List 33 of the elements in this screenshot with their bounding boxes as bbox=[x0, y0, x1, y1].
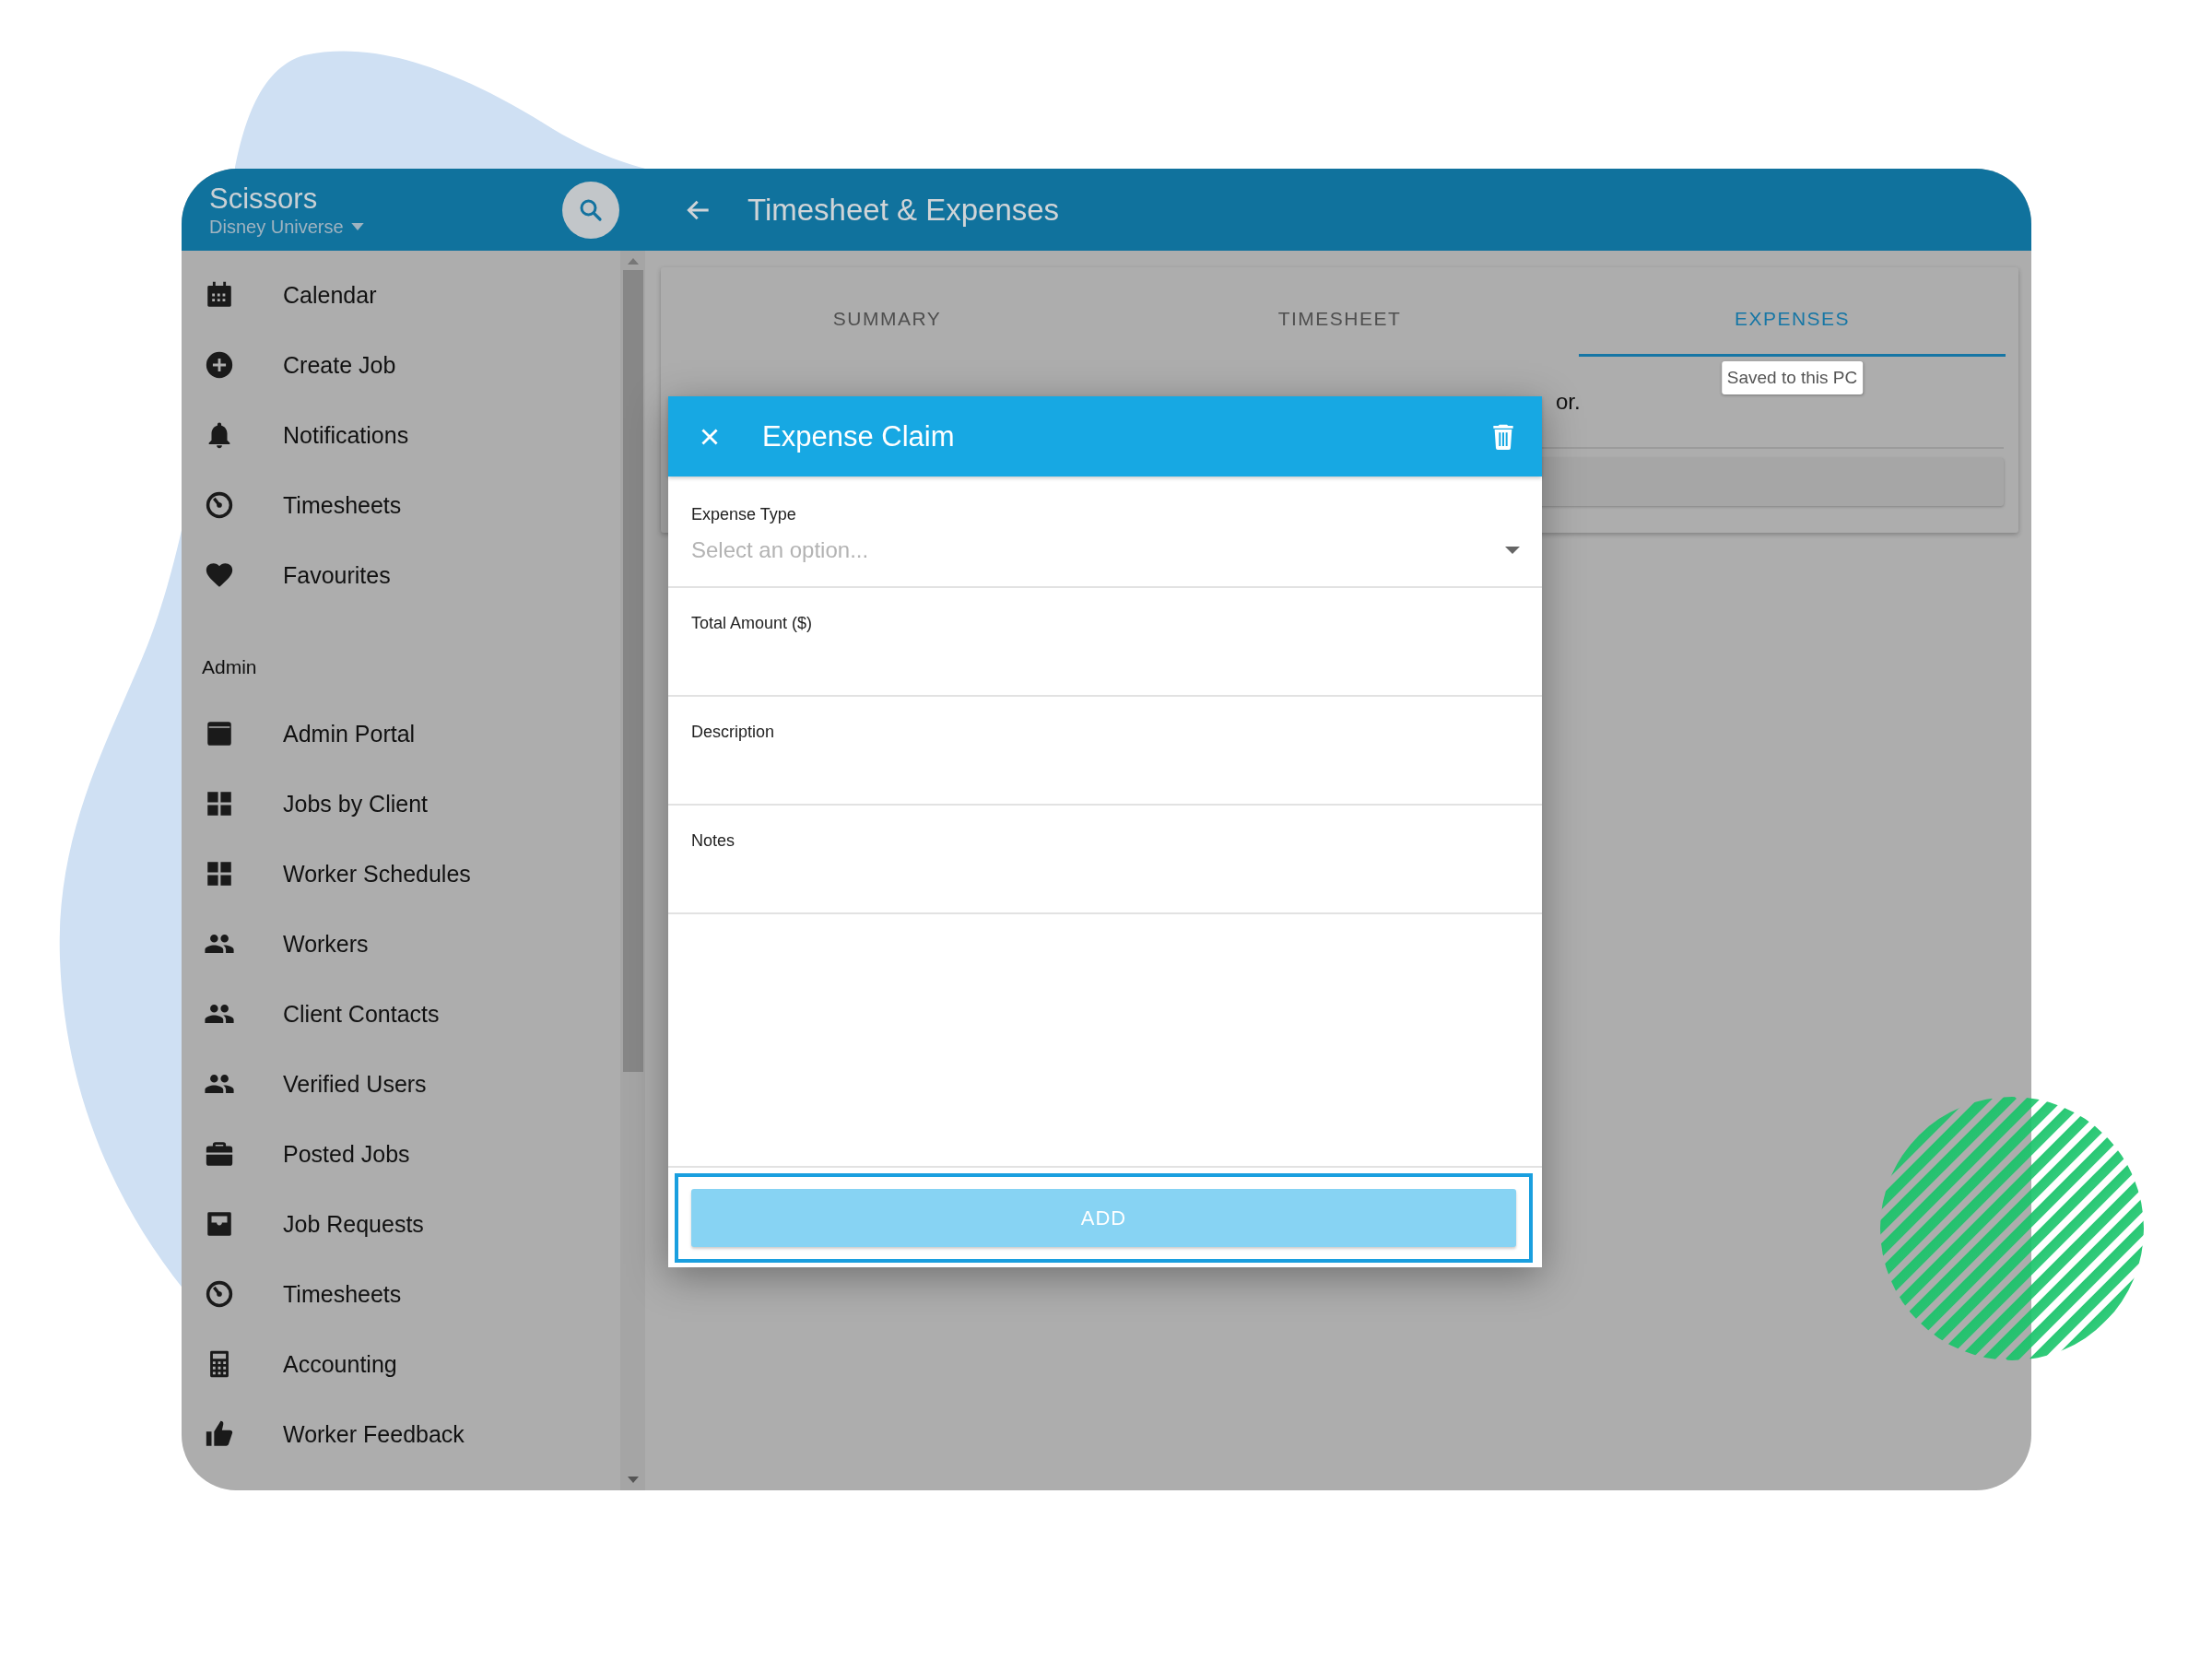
page-title: Timesheet & Expenses bbox=[747, 192, 1060, 228]
section-label: Admin bbox=[201, 655, 258, 679]
sidebar-item[interactable]: Calendar bbox=[182, 260, 620, 330]
dropdown-caret-icon bbox=[1505, 547, 1520, 554]
sidebar-item[interactable]: Favourites bbox=[182, 540, 620, 610]
sidebar-item[interactable]: Workers bbox=[182, 909, 620, 979]
sidebar-item[interactable]: Client Contacts bbox=[182, 979, 620, 1049]
tooltip: Saved to this PC bbox=[1721, 361, 1864, 394]
sidebar-item[interactable]: Create Job bbox=[182, 330, 620, 400]
sidebar-item[interactable]: Timesheets bbox=[182, 1259, 620, 1329]
input-field[interactable]: Notes bbox=[668, 806, 1542, 914]
scrollbar[interactable] bbox=[620, 251, 645, 1490]
sidebar-item[interactable]: Timesheets bbox=[182, 470, 620, 540]
tab[interactable]: SUMMARY bbox=[674, 267, 1100, 357]
tab[interactable]: TIMESHEET bbox=[1126, 267, 1553, 357]
input-field[interactable]: Total Amount ($) bbox=[668, 588, 1542, 697]
timer-icon bbox=[204, 489, 235, 521]
input-field[interactable]: Description bbox=[668, 697, 1542, 806]
select-field[interactable]: Expense Type Select an option... bbox=[668, 479, 1542, 588]
sidebar-item[interactable]: Worker Feedback bbox=[182, 1399, 620, 1469]
sidebar-item[interactable]: Posted Jobs bbox=[182, 1119, 620, 1189]
sidebar-item[interactable]: Notifications bbox=[182, 400, 620, 470]
sidebar-item[interactable]: Job Requests bbox=[182, 1189, 620, 1259]
caret-icon bbox=[350, 222, 364, 230]
app-name: Scissors bbox=[209, 182, 319, 216]
sidebar-item[interactable]: Jobs by Client bbox=[182, 769, 620, 839]
timer-icon bbox=[204, 1278, 235, 1310]
sidebar-item[interactable]: Verified Users bbox=[182, 1049, 620, 1119]
sidebar-item[interactable]: Admin Portal bbox=[182, 699, 620, 769]
sidebar-item[interactable]: Worker Schedules bbox=[182, 839, 620, 909]
dialog-title: Expense Claim bbox=[762, 419, 956, 453]
content-text: or. bbox=[1556, 389, 1581, 415]
sidebar-item[interactable]: Accounting bbox=[182, 1329, 620, 1399]
